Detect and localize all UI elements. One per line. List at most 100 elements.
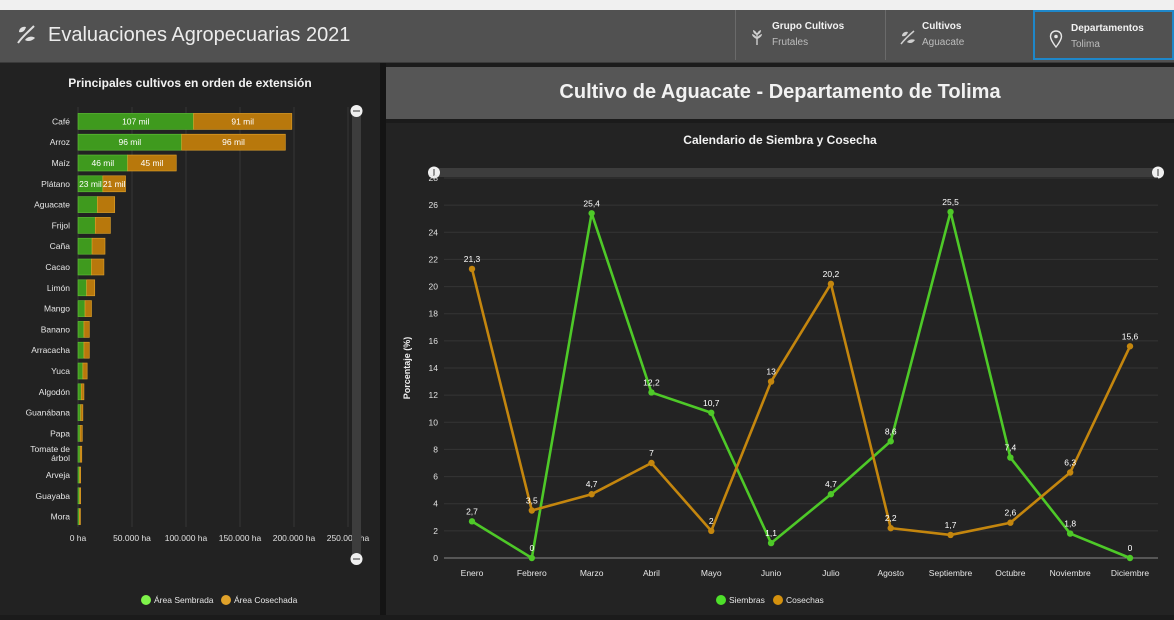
legend-label: Área Sembrada bbox=[154, 595, 214, 605]
category-label: Plátano bbox=[41, 179, 70, 189]
y-tick-label: 8 bbox=[433, 444, 438, 454]
data-point bbox=[708, 527, 715, 535]
bar-sembrada bbox=[77, 321, 85, 338]
sprout-icon bbox=[900, 30, 915, 45]
sowing-harvest-calendar-chart: Calendario de Siembra y Cosecha024681012… bbox=[402, 133, 1164, 605]
map-pin-icon bbox=[1049, 30, 1063, 48]
y-tick-label: 0 bbox=[433, 553, 438, 563]
data-label: 7,4 bbox=[1004, 443, 1016, 453]
data-label: 15,6 bbox=[1122, 331, 1139, 341]
filter-departamentos[interactable]: Departamentos Tolima bbox=[1033, 10, 1174, 60]
data-label: 10,7 bbox=[703, 398, 720, 408]
category-label: Arracacha bbox=[31, 345, 70, 355]
data-label: 21 mil bbox=[103, 179, 126, 189]
category-label: Guanábana bbox=[26, 408, 71, 418]
data-label: 1,1 bbox=[765, 528, 777, 538]
category-label: Banano bbox=[41, 324, 71, 334]
category-label: Cacao bbox=[45, 262, 70, 272]
chart-title: Principales cultivos en orden de extensi… bbox=[68, 76, 311, 90]
data-label: 13 bbox=[766, 367, 776, 377]
category-label: Café bbox=[52, 116, 70, 126]
category-label: Yuca bbox=[51, 366, 70, 376]
plant-logo-icon bbox=[17, 25, 35, 44]
data-label: 2,6 bbox=[1004, 508, 1016, 518]
data-label: 21,3 bbox=[464, 254, 481, 264]
data-point bbox=[708, 409, 715, 416]
range-slider-track[interactable] bbox=[432, 168, 1160, 177]
x-tick-label: Febrero bbox=[517, 568, 547, 578]
data-label: 46 mil bbox=[91, 158, 114, 168]
data-label: 25,5 bbox=[942, 197, 959, 207]
data-point bbox=[528, 554, 536, 562]
category-label: Mango bbox=[44, 304, 70, 314]
y-tick-label: 18 bbox=[429, 309, 439, 319]
bar-cosechada bbox=[79, 425, 83, 442]
data-point bbox=[468, 265, 476, 273]
y-axis-label: Porcentaje (%) bbox=[402, 337, 412, 400]
filter-cultivos[interactable]: Cultivos Aguacate bbox=[885, 10, 1033, 60]
x-tick-label: Octubre bbox=[995, 568, 1026, 578]
filter-title: Grupo Cultivos bbox=[772, 21, 845, 32]
data-label: 25,4 bbox=[583, 198, 600, 208]
filter-grupo-cultivos[interactable]: Grupo Cultivos Frutales bbox=[735, 10, 885, 60]
x-tick-label: Abril bbox=[643, 568, 660, 578]
category-label: Papa bbox=[50, 428, 70, 438]
data-point bbox=[767, 539, 775, 547]
category-label: Algodón bbox=[39, 387, 70, 397]
bar-cosechada bbox=[97, 196, 116, 213]
filter-title: Cultivos bbox=[922, 21, 962, 32]
data-label: 6,3 bbox=[1064, 458, 1076, 468]
series-line-cosechas bbox=[470, 268, 1132, 537]
x-tick-label: Julio bbox=[822, 568, 840, 578]
bar-cosechada bbox=[86, 279, 96, 297]
data-point bbox=[1126, 554, 1134, 562]
category-label: Limón bbox=[47, 283, 70, 293]
data-label: 4,7 bbox=[586, 479, 598, 489]
crops-extension-panel: Principales cultivos en orden de extensi… bbox=[0, 63, 380, 615]
category-label: Tomate de árbol bbox=[30, 444, 70, 463]
filter-value: Aguacate bbox=[922, 37, 965, 48]
bar-sembrada bbox=[77, 217, 96, 234]
bar-cosechada bbox=[79, 466, 82, 484]
bar-cosechada bbox=[83, 341, 90, 359]
chart-title: Calendario de Siembra y Cosecha bbox=[683, 133, 877, 147]
data-point bbox=[1066, 530, 1074, 537]
bar-cosechada bbox=[91, 237, 106, 255]
bar-sembrada bbox=[77, 362, 84, 380]
y-tick-label: 16 bbox=[429, 336, 439, 346]
data-point bbox=[887, 524, 894, 532]
y-tick-label: 20 bbox=[429, 282, 439, 292]
data-label: 0 bbox=[529, 543, 534, 553]
bar-cosechada bbox=[79, 445, 83, 463]
filter-value: Tolima bbox=[1071, 39, 1100, 50]
data-label: 3,5 bbox=[526, 496, 538, 506]
data-point bbox=[648, 459, 655, 467]
legend-swatch-siembras bbox=[716, 595, 726, 605]
category-label: Mora bbox=[51, 512, 71, 522]
x-tick-label: Marzo bbox=[580, 568, 604, 578]
data-point bbox=[588, 210, 595, 217]
data-point bbox=[1007, 519, 1014, 526]
data-label: 7 bbox=[649, 448, 654, 458]
data-label: 45 mil bbox=[141, 158, 164, 168]
wheat-icon bbox=[752, 30, 762, 45]
data-label: 91 mil bbox=[231, 116, 254, 126]
bar-sembrada bbox=[77, 279, 87, 297]
bar-cosechada bbox=[84, 300, 92, 317]
bar-cosechada bbox=[83, 321, 90, 338]
bar-sembrada bbox=[77, 341, 85, 359]
x-tick-label: Diciembre bbox=[1111, 568, 1150, 578]
x-tick-label: Junio bbox=[761, 568, 782, 578]
legend-label: Cosechas bbox=[786, 595, 824, 605]
y-tick-label: 6 bbox=[433, 472, 438, 482]
range-slider-track[interactable] bbox=[352, 107, 361, 563]
category-label: Aguacate bbox=[34, 200, 70, 210]
category-label: Arveja bbox=[46, 470, 70, 480]
bar-sembrada bbox=[77, 196, 98, 213]
bar-cosechada bbox=[91, 258, 105, 276]
app-header: Evaluaciones Agropecuarias 2021 Grupo Cu… bbox=[0, 10, 1174, 63]
y-tick-label: 4 bbox=[433, 499, 438, 509]
category-label: Caña bbox=[50, 241, 71, 251]
data-label: 1,8 bbox=[1064, 519, 1076, 529]
category-label: Arroz bbox=[50, 137, 70, 147]
